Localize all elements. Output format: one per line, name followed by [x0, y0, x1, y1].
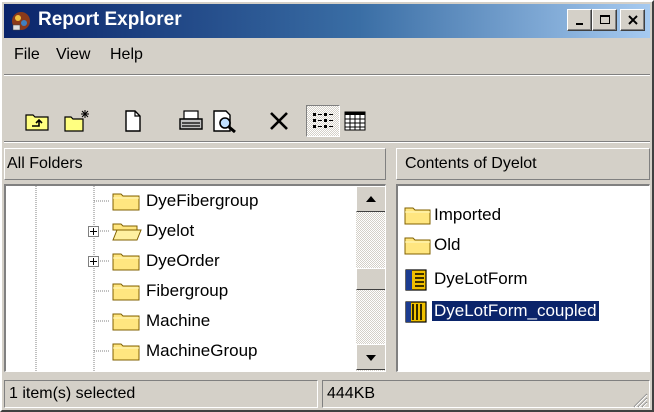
- tree-scrollbar[interactable]: [356, 186, 385, 371]
- up-folder-icon: [25, 114, 49, 131]
- list-item-imported[interactable]: Imported: [398, 200, 648, 230]
- menu-bar: File View Help: [4, 40, 650, 70]
- tree-item-label: DyeFibergroup: [146, 191, 259, 210]
- tree-item-machine[interactable]: Machine: [6, 306, 356, 336]
- contents-label: Contents of Dyelot: [405, 155, 537, 172]
- print-preview-button[interactable]: [208, 105, 242, 137]
- all-folders-label: All Folders: [7, 155, 83, 172]
- tree-item-label: MachineGroup: [146, 341, 258, 360]
- scroll-up-button[interactable]: [356, 186, 385, 212]
- printer-icon: [179, 110, 203, 130]
- expand-icon[interactable]: [88, 256, 99, 267]
- report-explorer-icon: [12, 12, 30, 31]
- new-document-icon: [125, 110, 141, 132]
- list-item-old[interactable]: Old: [398, 230, 648, 260]
- folder-tree[interactable]: DyeFibergroup Dyelot DyeOrder Fibergroup: [4, 184, 386, 372]
- tree-item-label: Machine: [146, 311, 211, 330]
- status-size-text: 444KB: [327, 385, 376, 402]
- folder-icon: [112, 313, 140, 331]
- folder-icon: [112, 193, 140, 211]
- list-view-button[interactable]: [306, 105, 340, 137]
- tree-item-label: Dyelot: [146, 221, 195, 240]
- menu-help[interactable]: Help: [110, 46, 143, 64]
- list-item-label: DyeLotForm: [434, 269, 528, 288]
- list-item-label: DyeLotForm_coupled: [431, 300, 600, 322]
- list-item-dyelotform[interactable]: DyeLotForm: [398, 264, 648, 294]
- folder-icon: [112, 343, 140, 361]
- list-view-icon: [313, 113, 333, 128]
- arrow-up-icon: [366, 196, 376, 202]
- print-preview-icon: [213, 110, 236, 133]
- new-report-button[interactable]: [116, 105, 150, 137]
- minimize-button[interactable]: [567, 9, 592, 31]
- expand-icon[interactable]: [88, 226, 99, 237]
- maximize-button[interactable]: [592, 9, 617, 31]
- tree-item-label: DyeOrder: [146, 251, 220, 270]
- status-selection: 1 item(s) selected: [4, 380, 318, 408]
- tree-item-dyelot[interactable]: Dyelot: [6, 216, 356, 246]
- menu-view[interactable]: View: [56, 46, 90, 64]
- coupled-report-icon: [405, 301, 427, 323]
- list-item-label: Imported: [434, 205, 502, 224]
- status-size: 444KB: [322, 380, 650, 408]
- tree-item-fibergroup[interactable]: Fibergroup: [6, 276, 356, 306]
- close-button[interactable]: [620, 9, 645, 31]
- menu-file[interactable]: File: [14, 46, 40, 64]
- close-icon: [627, 15, 638, 25]
- window-title: Report Explorer: [38, 9, 182, 30]
- up-folder-button[interactable]: [20, 105, 54, 137]
- delete-button[interactable]: [262, 105, 296, 137]
- status-bar: 1 item(s) selected 444KB: [4, 378, 650, 410]
- new-folder-icon: [64, 110, 89, 132]
- title-bar[interactable]: Report Explorer: [4, 4, 650, 38]
- folder-icon: [112, 253, 140, 271]
- toolbar: [4, 74, 650, 142]
- tree-item-machinegroup[interactable]: MachineGroup: [6, 336, 356, 366]
- folder-icon: [404, 237, 431, 255]
- folder-icon: [112, 283, 140, 301]
- details-view-button[interactable]: [338, 105, 372, 137]
- report-explorer-window: Report Explorer File View Help All Folde…: [0, 0, 654, 412]
- report-icon: [405, 269, 427, 291]
- resize-grip-icon[interactable]: [630, 390, 648, 408]
- tree-item-dyefibergroup[interactable]: DyeFibergroup: [6, 186, 356, 216]
- tree-item-dyeorder[interactable]: DyeOrder: [6, 246, 356, 276]
- print-button[interactable]: [174, 105, 208, 137]
- details-view-icon: [344, 111, 366, 131]
- arrow-down-icon: [366, 355, 376, 361]
- open-folder-icon: [112, 223, 142, 241]
- tree-item-label: Fibergroup: [146, 281, 229, 300]
- folder-icon: [404, 207, 431, 225]
- contents-list[interactable]: Imported Old DyeLotForm DyeLotForm_coupl…: [396, 184, 650, 372]
- status-selection-text: 1 item(s) selected: [9, 385, 136, 402]
- scroll-down-button[interactable]: [356, 344, 385, 370]
- list-item-dyelotform-coupled[interactable]: DyeLotForm_coupled: [398, 296, 648, 326]
- all-folders-header: All Folders: [4, 148, 386, 180]
- minimize-icon: [575, 23, 583, 25]
- scroll-thumb[interactable]: [356, 268, 385, 290]
- new-folder-button[interactable]: [60, 105, 94, 137]
- list-item-label: Old: [434, 235, 461, 254]
- contents-header: Contents of Dyelot: [396, 148, 650, 180]
- maximize-icon: [599, 15, 610, 24]
- delete-icon: [270, 112, 288, 130]
